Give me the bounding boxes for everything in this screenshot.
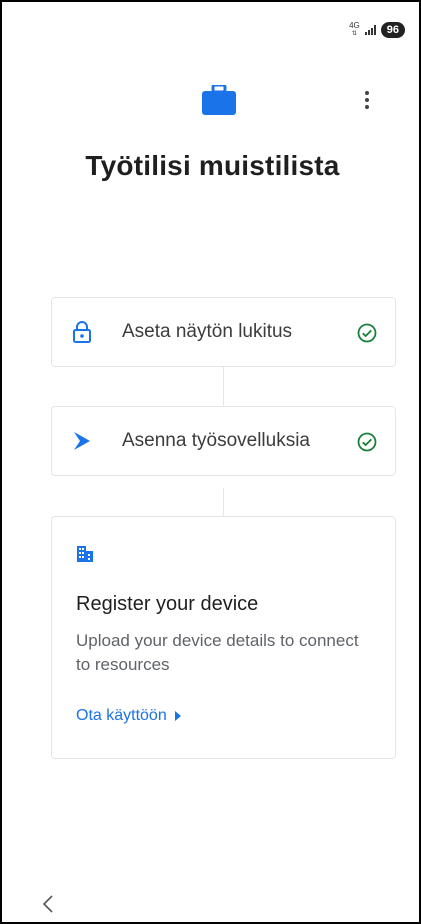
register-title: Register your device — [76, 593, 259, 615]
step-connector — [223, 488, 224, 516]
step-install-apps[interactable]: Asenna työsovelluksia — [51, 406, 396, 476]
lock-icon — [72, 321, 92, 348]
register-description: Upload your device details to connect to… — [76, 631, 359, 674]
more-options-icon[interactable] — [364, 90, 370, 115]
play-store-icon — [72, 430, 92, 457]
page-title: Työtilisi muistilista — [85, 150, 340, 181]
network-indicator: 4G ⇅ — [349, 21, 360, 38]
check-circle-icon — [357, 432, 377, 457]
step-label: Aseta näytön lukitus — [122, 321, 293, 342]
network-type: 4G — [349, 21, 360, 30]
briefcase-icon — [202, 83, 236, 120]
screen: 4G ⇅ 96 Työtilisi muistilista Aseta näyt… — [0, 0, 421, 924]
step-screen-lock[interactable]: Aseta näytön lukitus — [51, 297, 396, 367]
set-up-label: Ota käyttöön — [76, 707, 167, 724]
set-up-link[interactable]: Ota käyttöön — [76, 707, 181, 725]
step-label: Asenna työsovelluksia — [122, 430, 310, 451]
signal-icon — [364, 25, 376, 35]
back-icon[interactable] — [42, 894, 54, 919]
step-connector — [223, 367, 224, 406]
battery-indicator: 96 — [380, 22, 405, 38]
register-device-card: Register your device Upload your device … — [51, 516, 396, 759]
check-circle-icon — [357, 323, 377, 348]
building-icon — [76, 545, 94, 568]
play-arrow-icon — [174, 711, 181, 721]
status-bar: 4G ⇅ 96 — [349, 22, 405, 38]
